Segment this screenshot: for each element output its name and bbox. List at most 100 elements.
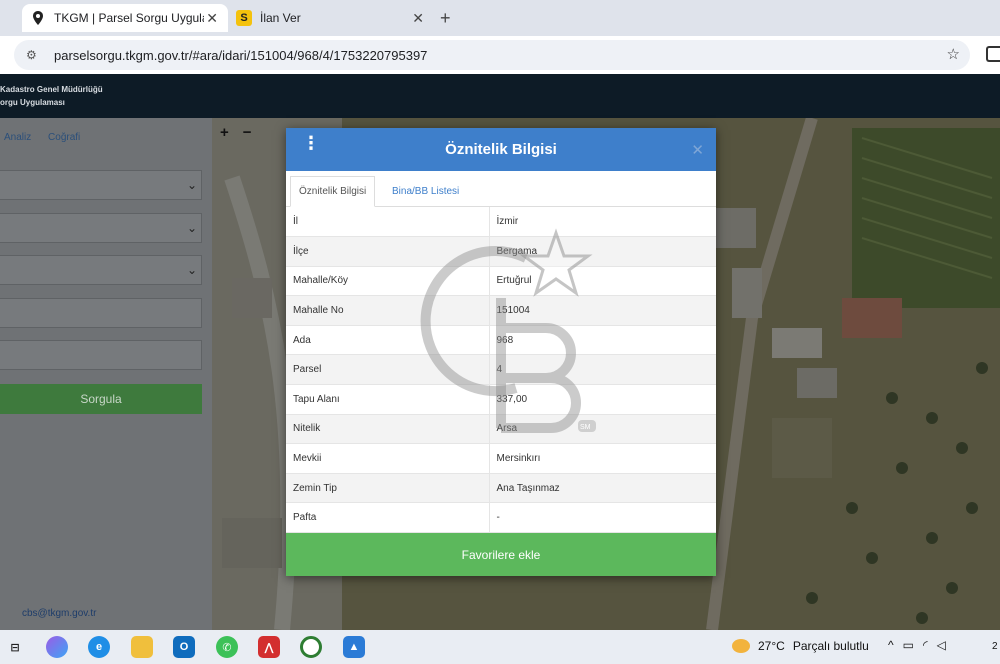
attribute-row: Mevkii Mersinkırı (286, 443, 716, 474)
browser-tab-bar: TKGM | Parsel Sorgu Uygulamas ✕ S İlan V… (0, 0, 1000, 36)
tab-title: İlan Ver (260, 11, 301, 25)
attribute-row: Mahalle No 151004 (286, 295, 716, 326)
new-tab-icon[interactable]: + (440, 8, 451, 29)
extensions-icon[interactable] (986, 46, 1000, 62)
link-analiz[interactable]: Analiz (4, 132, 31, 143)
link-cografi[interactable]: Coğrafi (48, 132, 80, 143)
attribute-table: İl İzmir İlçe Bergama Mahalle/Köy Ertuğrul Mah… (286, 207, 716, 534)
copilot-icon[interactable] (46, 636, 68, 658)
task-view-icon[interactable]: ⊟ (4, 636, 26, 658)
taskbar: ⊟ e O ✆ ⋀ ▲ 27°C Parçalı bulutlu ^▭◜◁ 2 (0, 630, 1000, 664)
site-settings-icon[interactable]: ⚙ (26, 48, 44, 62)
tab-title: TKGM | Parsel Sorgu Uygulamas (54, 11, 204, 25)
attribute-row: Mahalle/Köy Ertuğrul (286, 266, 716, 297)
attribute-value: - (489, 502, 716, 534)
close-tab-icon[interactable]: ✕ (206, 10, 218, 27)
attribute-value: 4 (489, 354, 716, 386)
sorgula-button[interactable]: Sorgula (0, 384, 202, 414)
il-select[interactable]: ⌄ (0, 170, 202, 200)
whatsapp-icon[interactable]: ✆ (216, 636, 238, 658)
weather-desc: Parçalı bulutlu (792, 639, 869, 653)
system-tray[interactable]: ^▭◜◁ (888, 638, 955, 652)
tab-oznitelik-bilgisi[interactable]: Öznitelik Bilgisi (290, 176, 376, 207)
attribute-key: Mahalle/Köy (286, 266, 490, 297)
tab-bina-bb-listesi[interactable]: Bina/BB Listesi (384, 176, 467, 207)
attribute-modal: ⋮ Öznitelik Bilgisi ✕ Öznitelik Bilgisi … (286, 128, 716, 576)
bookmark-star-icon[interactable]: ☆ (947, 45, 960, 63)
modal-tabs: Öznitelik Bilgisi Bina/BB Listesi (286, 171, 716, 207)
favorilere-ekle-button[interactable]: Favorilere ekle (286, 533, 716, 576)
chevron-up-icon[interactable]: ^ (888, 638, 903, 652)
zoom-controls: +− (220, 124, 266, 141)
kebab-menu-icon[interactable]: ⋮ (302, 134, 320, 152)
modal-header: ⋮ Öznitelik Bilgisi ✕ (286, 128, 716, 171)
file-explorer-icon[interactable] (131, 636, 153, 658)
web-page: Kadastro Genel Müdürlüğü orgu Uygulaması… (0, 74, 1000, 630)
attribute-row: İl İzmir (286, 207, 716, 238)
attribute-key: İl (286, 207, 490, 238)
close-tab-icon[interactable]: ✕ (412, 10, 424, 27)
wifi-icon[interactable]: ◜ (923, 638, 937, 652)
modal-title: Öznitelik Bilgisi (445, 141, 557, 158)
tab-ilan-ver[interactable]: S İlan Ver ✕ (228, 4, 434, 32)
weather-widget[interactable]: 27°C Parçalı bulutlu (732, 639, 869, 653)
zoom-in-button[interactable]: + (220, 124, 243, 141)
contact-email[interactable]: cbs@tkgm.gov.tr (22, 608, 96, 619)
url-text: parselsorgu.tkgm.gov.tr/#ara/idari/15100… (54, 47, 428, 63)
battery-icon[interactable]: ▭ (903, 638, 923, 652)
app-header-line1: Kadastro Genel Müdürlüğü (0, 85, 103, 94)
app-header-line2: orgu Uygulaması (0, 98, 65, 107)
attribute-value: Arsa (489, 414, 716, 445)
attribute-key: Mahalle No (286, 295, 490, 326)
close-icon[interactable]: ✕ (691, 141, 704, 159)
sidebar: Analiz Coğrafi ⌄ ⌄ ⌄ Sorgula cbs@tkgm.go… (0, 118, 212, 630)
attribute-value: Ana Taşınmaz (489, 473, 716, 504)
outlook-icon[interactable]: O (173, 636, 195, 658)
s-logo-icon: S (236, 10, 252, 26)
attribute-value: 968 (489, 325, 716, 356)
attribute-value: İzmir (489, 207, 716, 238)
chrome-icon[interactable] (300, 636, 322, 658)
clock[interactable]: 2 (992, 641, 998, 652)
attribute-key: Ada (286, 325, 490, 356)
partly-cloudy-icon (732, 639, 750, 653)
attribute-value: Ertuğrul (489, 266, 716, 297)
volume-icon[interactable]: ◁ (937, 638, 955, 652)
attribute-row: Tapu Alanı 337,00 (286, 384, 716, 415)
edge-icon[interactable]: e (88, 636, 110, 658)
attribute-row: Zemin Tip Ana Taşınmaz (286, 473, 716, 504)
zoom-out-button[interactable]: − (243, 124, 266, 141)
url-input[interactable]: ⚙ parselsorgu.tkgm.gov.tr/#ara/idari/151… (14, 40, 970, 70)
chevron-down-icon: ⌄ (186, 178, 197, 192)
attribute-key: İlçe (286, 236, 490, 267)
ilce-select[interactable]: ⌄ (0, 213, 202, 243)
attribute-row: Pafta - (286, 502, 716, 534)
sidebar-links: Analiz Coğrafi (4, 132, 94, 143)
parsel-input[interactable] (0, 340, 202, 370)
photos-icon[interactable]: ▲ (343, 636, 365, 658)
attribute-key: Zemin Tip (286, 473, 490, 504)
attribute-key: Parsel (286, 354, 490, 386)
address-bar: ⚙ parselsorgu.tkgm.gov.tr/#ara/idari/151… (0, 36, 1000, 74)
tab-tkgm[interactable]: TKGM | Parsel Sorgu Uygulamas ✕ (22, 4, 228, 32)
attribute-key: Tapu Alanı (286, 384, 490, 415)
mahalle-select[interactable]: ⌄ (0, 255, 202, 285)
attribute-row: İlçe Bergama (286, 236, 716, 267)
pdf-reader-icon[interactable]: ⋀ (258, 636, 280, 658)
app-header: Kadastro Genel Müdürlüğü orgu Uygulaması (0, 74, 1000, 118)
attribute-value: Mersinkırı (489, 443, 716, 474)
ada-input[interactable] (0, 298, 202, 328)
chevron-down-icon: ⌄ (186, 263, 197, 277)
chevron-down-icon: ⌄ (186, 221, 197, 235)
attribute-key: Mevkii (286, 443, 490, 474)
attribute-row: Nitelik Arsa (286, 414, 716, 445)
attribute-value: Bergama (489, 236, 716, 267)
attribute-key: Pafta (286, 502, 490, 534)
map-pin-icon (30, 10, 46, 26)
attribute-row: Ada 968 (286, 325, 716, 356)
attribute-value: 337,00 (489, 384, 716, 415)
attribute-value: 151004 (489, 295, 716, 326)
weather-temp: 27°C (758, 639, 785, 653)
attribute-row: Parsel 4 (286, 354, 716, 386)
attribute-key: Nitelik (286, 414, 490, 445)
